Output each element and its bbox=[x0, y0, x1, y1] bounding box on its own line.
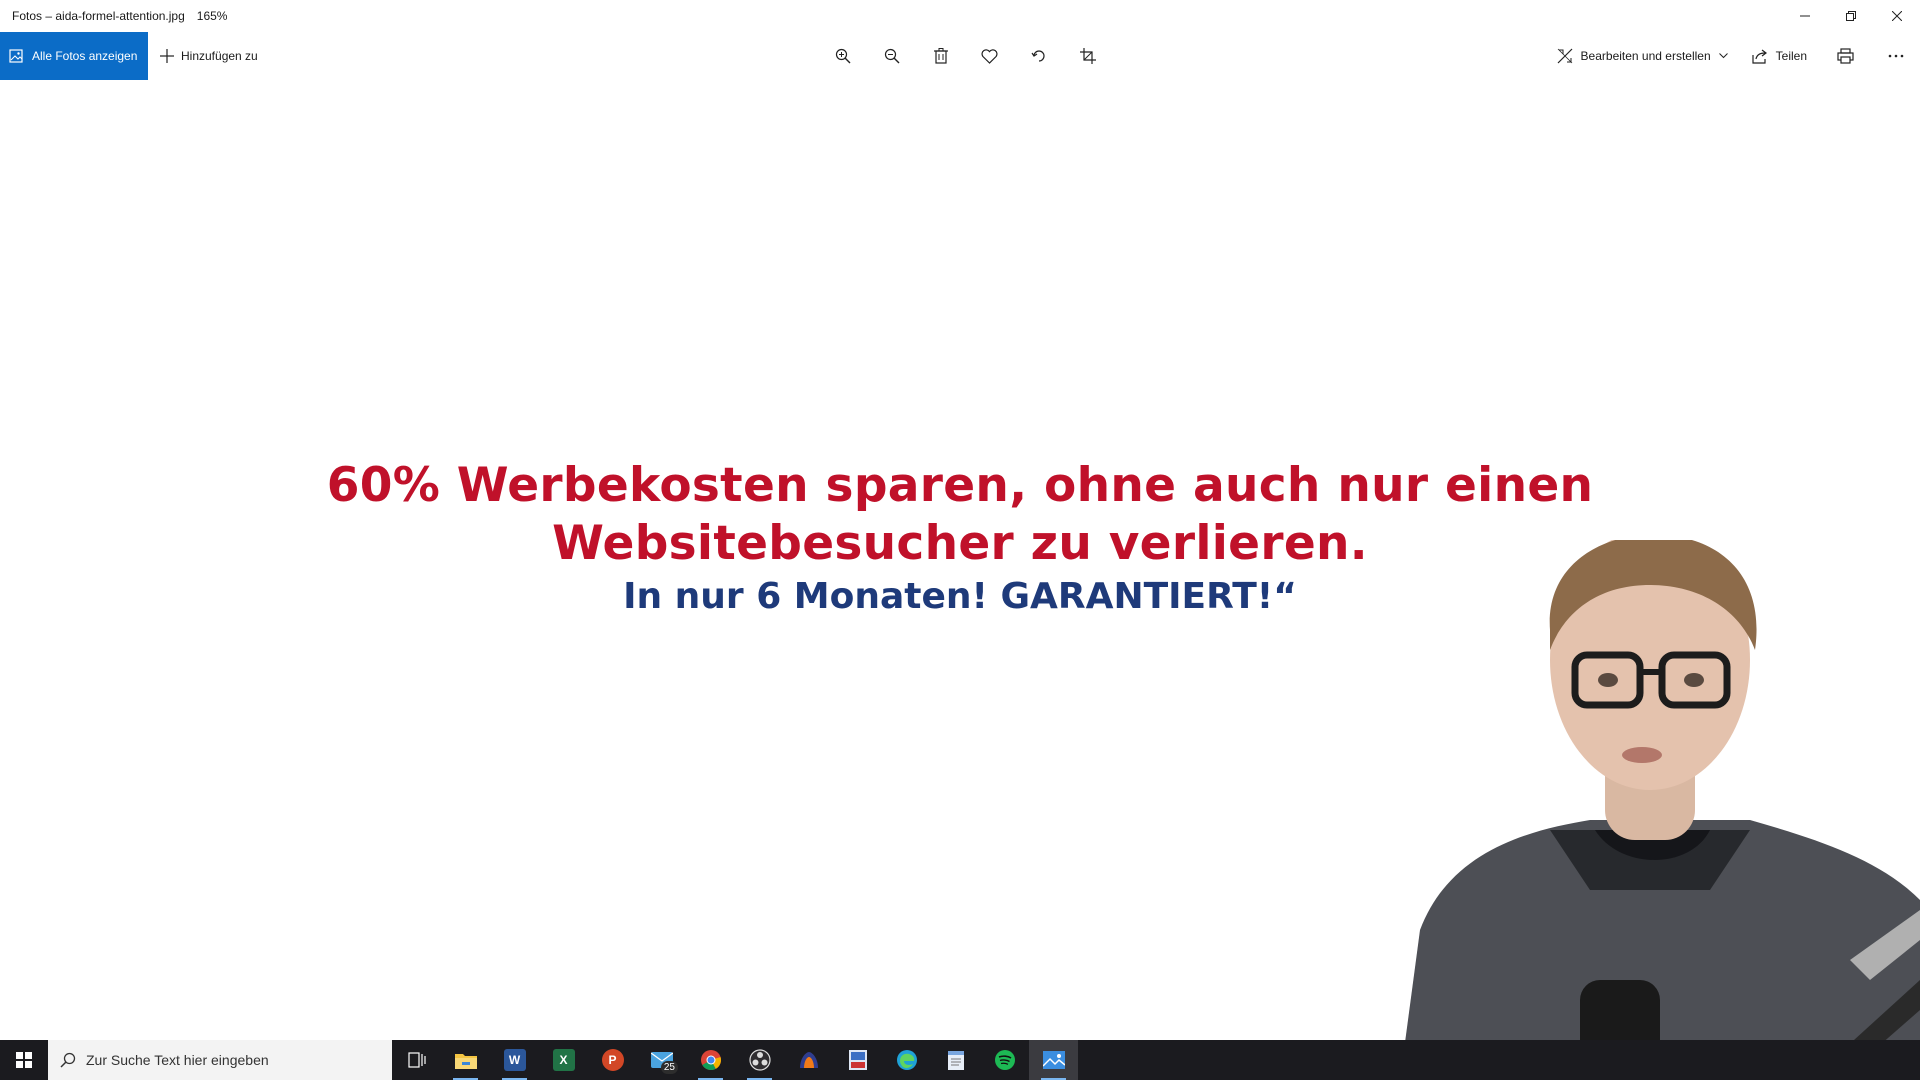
minimize-icon bbox=[1800, 15, 1810, 17]
edit-create-button[interactable]: Bearbeiten und erstellen bbox=[1545, 32, 1740, 80]
edge-button[interactable] bbox=[882, 1040, 931, 1080]
presenter-image bbox=[1400, 540, 1920, 1080]
title-bar: Fotos – aida-formel-attention.jpg 165% bbox=[0, 0, 1920, 32]
excel-button[interactable]: X bbox=[539, 1040, 588, 1080]
chrome-button[interactable] bbox=[686, 1040, 735, 1080]
window-title: Fotos – aida-formel-attention.jpg bbox=[12, 9, 185, 23]
mail-button[interactable]: 25 bbox=[637, 1040, 686, 1080]
spotify-button[interactable] bbox=[980, 1040, 1029, 1080]
windows-icon bbox=[16, 1052, 32, 1068]
file-explorer-button[interactable] bbox=[441, 1040, 490, 1080]
all-photos-button[interactable]: Alle Fotos anzeigen bbox=[0, 32, 148, 80]
gallery-icon bbox=[9, 49, 23, 63]
start-button[interactable] bbox=[0, 1040, 48, 1080]
powerpoint-icon: P bbox=[601, 1049, 624, 1071]
photo-toolbar: Alle Fotos anzeigen Hinzufügen zu Bearbe… bbox=[0, 32, 1920, 80]
photos-app-window: Fotos – aida-formel-attention.jpg 165% A… bbox=[0, 0, 1920, 1080]
close-icon bbox=[1892, 11, 1902, 21]
notepad-button[interactable] bbox=[931, 1040, 980, 1080]
restore-icon bbox=[1846, 11, 1856, 21]
image-editor-button[interactable] bbox=[833, 1040, 882, 1080]
delete-icon bbox=[933, 48, 948, 64]
spotify-icon bbox=[994, 1050, 1015, 1070]
word-icon: W bbox=[503, 1049, 526, 1071]
add-to-label: Hinzufügen zu bbox=[181, 49, 258, 63]
more-options-button[interactable] bbox=[1872, 32, 1920, 80]
excel-icon: X bbox=[552, 1049, 575, 1071]
photos-icon bbox=[1042, 1051, 1065, 1069]
close-button[interactable] bbox=[1874, 0, 1920, 32]
mail-badge: 25 bbox=[660, 1061, 678, 1074]
chevron-down-icon bbox=[1718, 53, 1728, 59]
rotate-button[interactable] bbox=[1014, 32, 1063, 80]
app-orange-icon bbox=[799, 1052, 818, 1068]
orange-app-button[interactable] bbox=[784, 1040, 833, 1080]
task-view-button[interactable] bbox=[392, 1040, 441, 1080]
photos-button[interactable] bbox=[1029, 1040, 1078, 1080]
taskbar: Zur Suche Text hier eingeben W X P 25 bbox=[0, 1040, 1920, 1080]
plus-icon bbox=[160, 49, 174, 63]
rotate-icon bbox=[1031, 50, 1045, 62]
more-icon bbox=[1888, 54, 1904, 58]
share-icon bbox=[1752, 49, 1768, 64]
search-icon bbox=[60, 1052, 76, 1068]
search-placeholder: Zur Suche Text hier eingeben bbox=[86, 1052, 269, 1068]
crop-icon bbox=[1079, 48, 1096, 64]
image-editor-icon bbox=[848, 1050, 867, 1070]
headline-line-1: 60% Werbekosten sparen, ohne auch nur ei… bbox=[326, 458, 1594, 513]
heart-icon bbox=[981, 48, 998, 64]
zoom-in-icon bbox=[835, 48, 850, 64]
window-controls bbox=[1782, 0, 1920, 32]
powerpoint-button[interactable]: P bbox=[588, 1040, 637, 1080]
zoom-level: 165% bbox=[196, 9, 228, 23]
crop-button[interactable] bbox=[1063, 32, 1112, 80]
edge-icon bbox=[896, 1050, 917, 1070]
edit-icon bbox=[1557, 48, 1573, 64]
delete-button[interactable] bbox=[916, 32, 965, 80]
taskbar-apps: W X P 25 bbox=[392, 1040, 1078, 1080]
taskbar-search-input[interactable]: Zur Suche Text hier eingeben bbox=[48, 1040, 392, 1080]
right-toolbar: Bearbeiten und erstellen Teilen bbox=[1545, 32, 1920, 80]
print-icon bbox=[1837, 48, 1854, 64]
zoom-in-button[interactable] bbox=[818, 32, 867, 80]
obs-button[interactable] bbox=[735, 1040, 784, 1080]
webcam-overlay bbox=[1380, 540, 1920, 1080]
word-button[interactable]: W bbox=[490, 1040, 539, 1080]
edit-create-label: Bearbeiten und erstellen bbox=[1580, 49, 1711, 63]
share-button[interactable]: Teilen bbox=[1740, 32, 1819, 80]
restore-button[interactable] bbox=[1828, 0, 1874, 32]
favorite-button[interactable] bbox=[965, 32, 1014, 80]
center-toolbar bbox=[818, 32, 1112, 80]
task-view-icon bbox=[407, 1052, 426, 1068]
share-label: Teilen bbox=[1775, 49, 1807, 63]
folder-icon bbox=[454, 1054, 477, 1069]
zoom-out-icon bbox=[884, 48, 899, 64]
print-button[interactable] bbox=[1819, 32, 1872, 80]
notepad-icon bbox=[947, 1051, 964, 1070]
all-photos-label: Alle Fotos anzeigen bbox=[32, 49, 138, 63]
zoom-out-button[interactable] bbox=[867, 32, 916, 80]
chrome-icon bbox=[700, 1050, 721, 1071]
add-to-button[interactable]: Hinzufügen zu bbox=[160, 32, 258, 80]
minimize-button[interactable] bbox=[1782, 0, 1828, 32]
obs-icon bbox=[748, 1049, 771, 1071]
